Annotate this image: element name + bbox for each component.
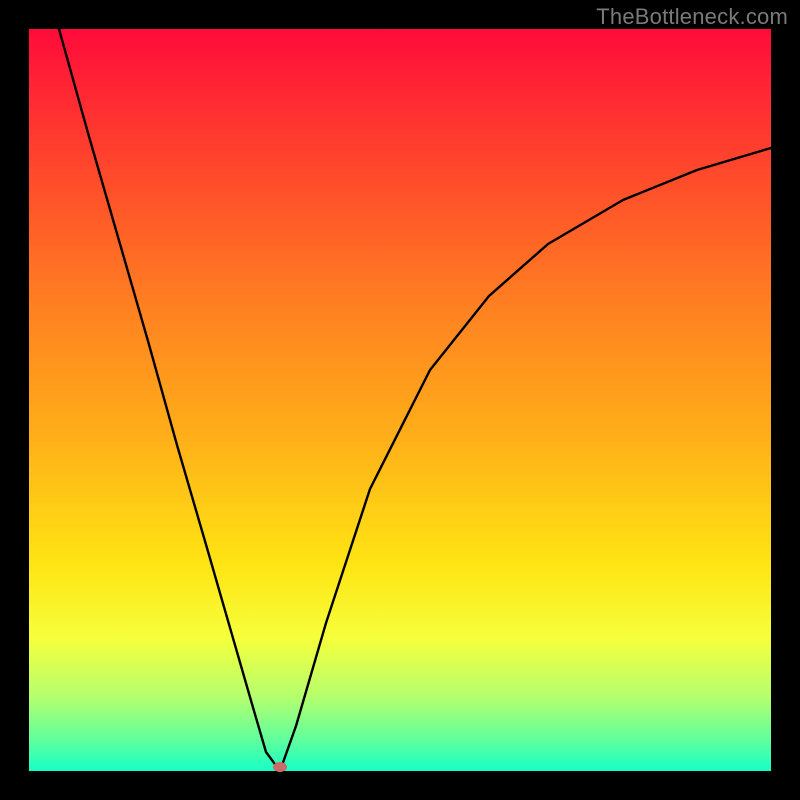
watermark-text: TheBottleneck.com — [596, 4, 788, 30]
plot-area — [29, 29, 771, 771]
curve-path — [59, 29, 771, 771]
minimum-marker — [273, 762, 287, 772]
bottleneck-curve — [29, 29, 771, 771]
chart-frame: TheBottleneck.com — [0, 0, 800, 800]
